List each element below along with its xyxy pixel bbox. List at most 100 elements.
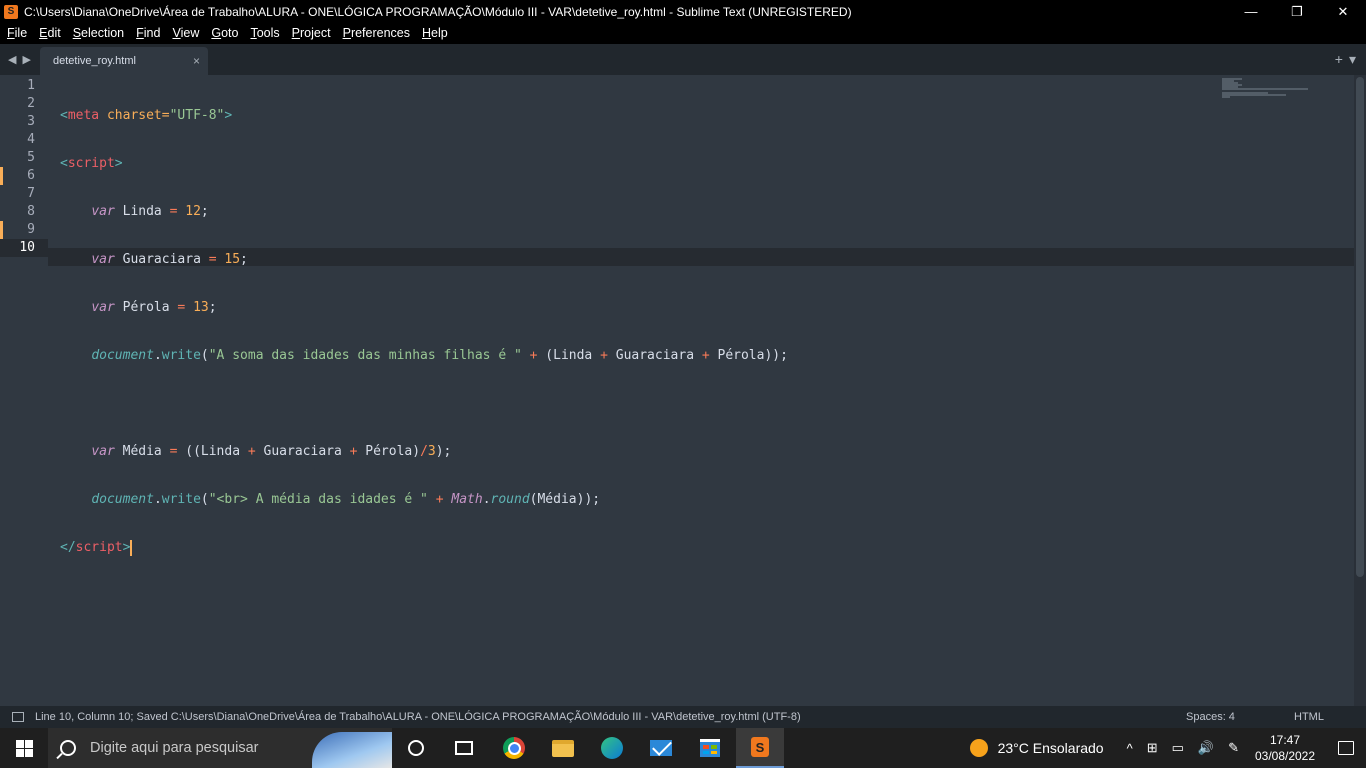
- tab-dropdown-icon[interactable]: ▾: [1349, 51, 1356, 68]
- search-highlight-illustration-icon: [312, 732, 392, 768]
- file-explorer-icon[interactable]: [539, 728, 587, 768]
- show-hidden-icons-icon[interactable]: ^: [1127, 741, 1133, 756]
- code-token: </: [60, 540, 76, 555]
- code-token: >: [114, 156, 123, 171]
- title-bar: S C:\Users\Diana\OneDrive\Área de Trabal…: [0, 0, 1366, 23]
- code-token: <: [60, 108, 68, 123]
- code-line: var Pérola = 13;: [60, 299, 788, 317]
- weather-text[interactable]: 23°C Ensolarado: [998, 740, 1104, 756]
- code-token: "<br> A média das idades é ": [208, 492, 428, 507]
- menu-selection[interactable]: Selection: [67, 23, 130, 44]
- close-window-button[interactable]: ✕: [1320, 0, 1366, 23]
- code-token: +: [600, 348, 608, 363]
- vertical-scrollbar[interactable]: [1354, 75, 1366, 706]
- mail-icon[interactable]: [637, 728, 685, 768]
- editor-area[interactable]: 1 2 3 4 5 6 7 8 9 10 <meta charset="UTF-…: [0, 75, 1354, 706]
- line-gutter: 1 2 3 4 5 6 7 8 9 10: [0, 77, 48, 257]
- sublime-taskbar-icon[interactable]: S: [736, 728, 784, 768]
- minimize-button[interactable]: —: [1228, 0, 1274, 23]
- menu-goto[interactable]: Goto: [205, 23, 244, 44]
- tab-close-icon[interactable]: ×: [193, 54, 200, 68]
- code-token: 3: [427, 444, 436, 459]
- taskbar-search-box[interactable]: Digite aqui para pesquisar: [48, 728, 392, 768]
- task-view-icon[interactable]: [440, 728, 488, 768]
- code-token: write: [161, 492, 201, 507]
- minimap[interactable]: [1222, 78, 1312, 100]
- sublime-app-icon: S: [4, 4, 18, 19]
- new-tab-icon[interactable]: +: [1335, 51, 1343, 68]
- code-token: ;: [240, 252, 248, 267]
- code-token: Guaraciara: [607, 348, 702, 363]
- code-token: );: [435, 444, 452, 459]
- cortana-icon[interactable]: [392, 728, 440, 768]
- edge-icon[interactable]: [588, 728, 636, 768]
- code-token: /: [420, 444, 428, 459]
- code-token: +: [701, 348, 710, 363]
- menu-tools[interactable]: Tools: [244, 23, 285, 44]
- menu-help[interactable]: Help: [416, 23, 454, 44]
- menu-edit[interactable]: Edit: [33, 23, 67, 44]
- menu-find[interactable]: Find: [130, 23, 166, 44]
- code-token: document: [91, 348, 154, 363]
- scrollbar-thumb[interactable]: [1356, 77, 1364, 577]
- code-text[interactable]: <meta charset="UTF-8"> <script> var Lind…: [60, 77, 788, 587]
- volume-icon[interactable]: 🔊: [1198, 740, 1214, 756]
- code-token: Linda: [114, 204, 170, 219]
- panel-toggle-icon[interactable]: [12, 712, 24, 722]
- code-token: (: [200, 492, 209, 507]
- tab-detetive-roy[interactable]: detetive_roy.html ×: [40, 47, 208, 75]
- code-line: var Média = ((Linda + Guaraciara + Pérol…: [60, 443, 788, 461]
- syntax-setting[interactable]: HTML: [1294, 711, 1366, 723]
- menu-file[interactable]: File: [1, 23, 33, 44]
- line-number: 4: [27, 132, 35, 147]
- status-bar: Line 10, Column 10; Saved C:\Users\Diana…: [0, 706, 1366, 728]
- window-title: C:\Users\Diana\OneDrive\Área de Trabalho…: [24, 4, 852, 19]
- code-token: >: [224, 108, 233, 123]
- code-token: +: [427, 492, 452, 507]
- code-line: document.write("A soma das idades das mi…: [60, 347, 788, 365]
- code-token: var: [91, 204, 115, 219]
- network-icon[interactable]: ▭: [1172, 740, 1184, 756]
- sun-icon: [969, 739, 988, 757]
- taskbar: Digite aqui para pesquisar S 23°C Ensola…: [0, 728, 1366, 768]
- code-token: 12: [177, 204, 201, 219]
- search-icon: [60, 740, 76, 756]
- line-number: 3: [27, 114, 35, 129]
- code-token: Média: [114, 444, 170, 459]
- line-number: 5: [27, 150, 35, 165]
- maximize-button[interactable]: ❐: [1274, 0, 1320, 23]
- store-icon[interactable]: [686, 728, 734, 768]
- code-token: var: [91, 300, 115, 315]
- menu-project[interactable]: Project: [286, 23, 337, 44]
- code-token: <: [60, 156, 68, 171]
- text-cursor: [130, 539, 133, 556]
- indentation-setting[interactable]: Spaces: 4: [1186, 711, 1294, 723]
- code-token: 13: [185, 300, 209, 315]
- code-token: .: [153, 348, 162, 363]
- pen-icon[interactable]: ✎: [1228, 740, 1239, 756]
- status-message: Line 10, Column 10; Saved C:\Users\Diana…: [35, 711, 801, 723]
- code-token: meta: [67, 108, 100, 123]
- code-token: ;: [208, 300, 217, 315]
- tab-nav-arrows-icon[interactable]: ◀▶: [8, 53, 37, 66]
- menu-view[interactable]: View: [166, 23, 205, 44]
- notifications-icon[interactable]: [1326, 741, 1366, 755]
- code-token: .: [482, 492, 491, 507]
- clock[interactable]: 17:47 03/08/2022: [1254, 732, 1316, 764]
- code-token: 15: [216, 252, 241, 267]
- code-line: var Guaraciara = 15;: [60, 251, 788, 269]
- tab-controls: + ▾: [1335, 51, 1356, 68]
- minimap-line: [1222, 96, 1230, 98]
- code-line: var Linda = 12;: [60, 203, 788, 221]
- code-line: <script>: [60, 155, 788, 173]
- chrome-icon[interactable]: [490, 728, 538, 768]
- menu-preferences[interactable]: Preferences: [337, 23, 416, 44]
- code-line-current: </script>: [60, 539, 788, 557]
- adobe-tray-icon[interactable]: ⊞: [1147, 740, 1158, 756]
- code-token: .: [153, 492, 162, 507]
- start-button[interactable]: [0, 728, 48, 768]
